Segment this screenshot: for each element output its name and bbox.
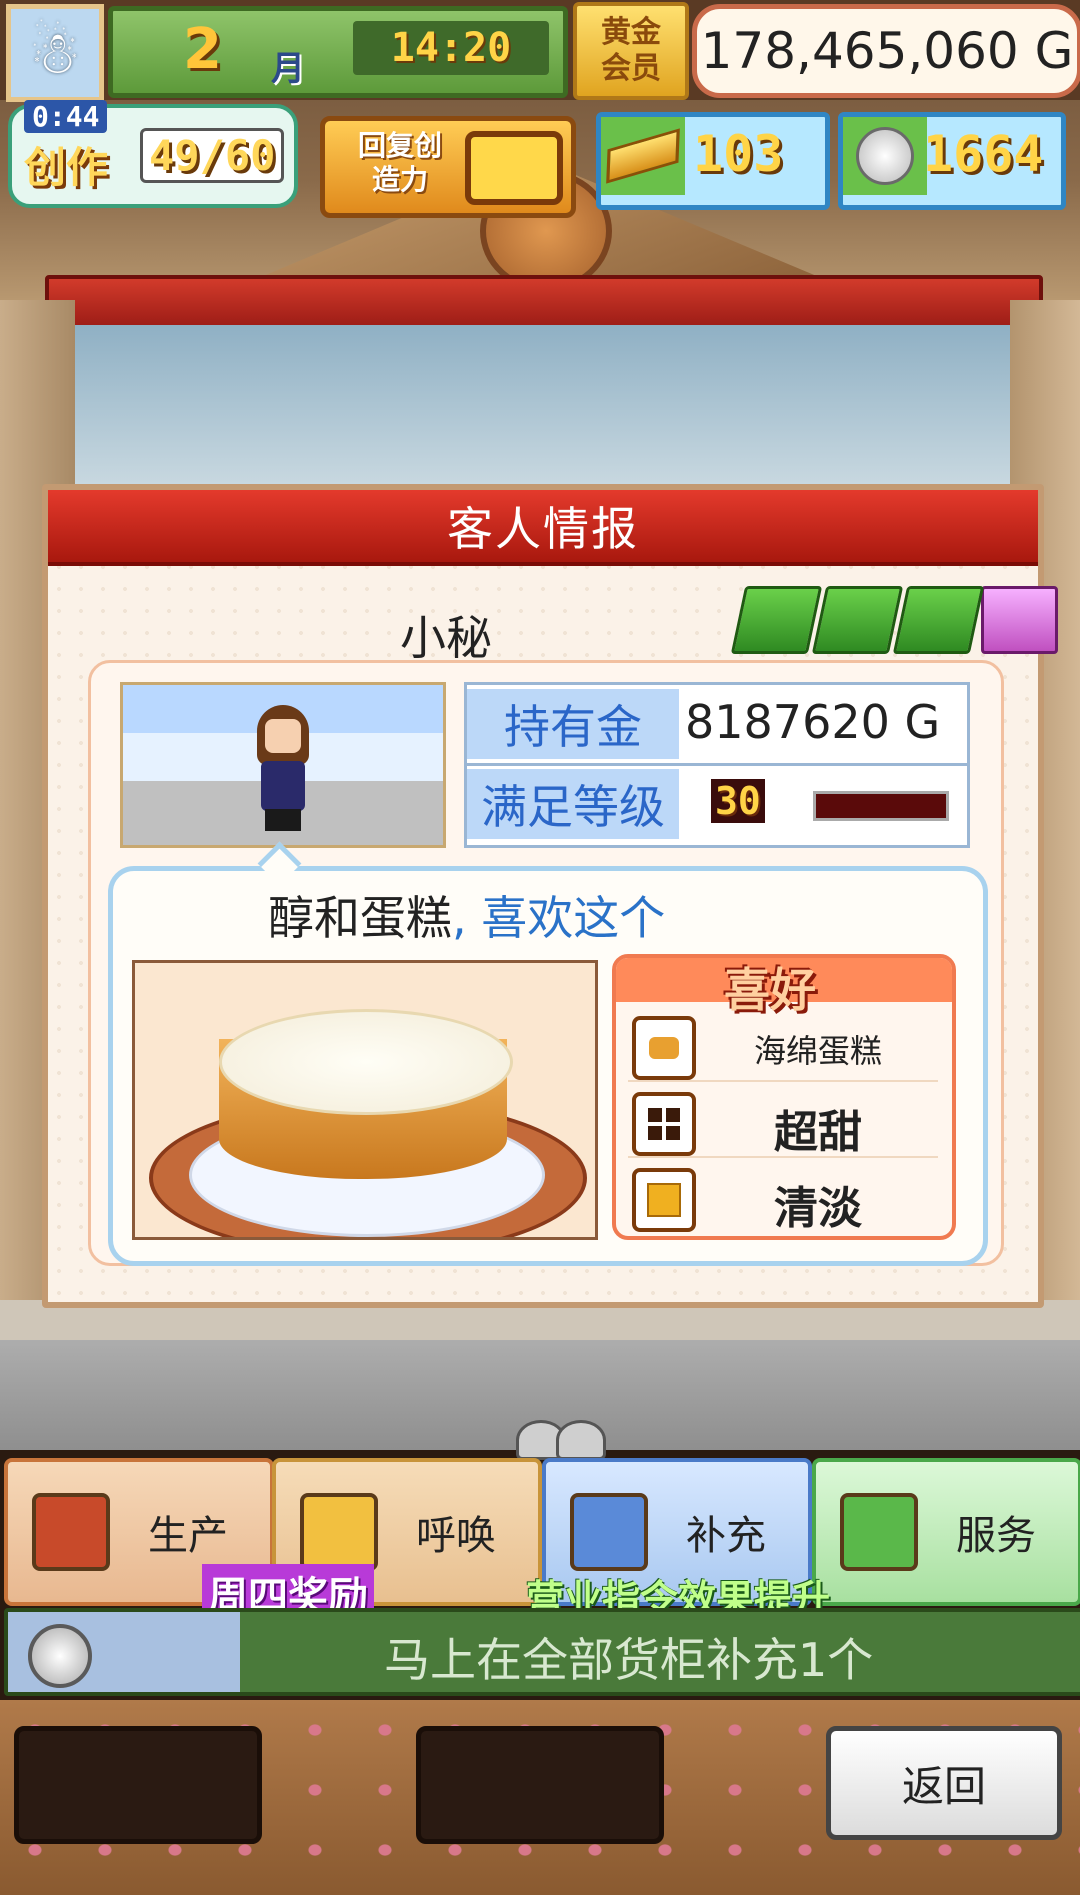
- description-cost: [8, 1612, 240, 1692]
- money-display: 178,465,060 G: [692, 4, 1080, 98]
- held-money-label: 持有金: [467, 689, 679, 759]
- sponge-cake-icon: [632, 1016, 696, 1080]
- date-panel: 2 月 14:20: [108, 6, 568, 98]
- customer-portrait: [120, 682, 446, 848]
- customer-sprite: [251, 705, 315, 831]
- cube-icon: [632, 1168, 696, 1232]
- empty-slot: [416, 1726, 664, 1844]
- medal-count: 1664: [923, 125, 1044, 183]
- cake-top: [219, 1009, 513, 1115]
- shop-awning: [45, 275, 1043, 331]
- megaphone-icon: [300, 1493, 378, 1571]
- creativity-label: 创作: [24, 143, 109, 192]
- medal-counter[interactable]: 1664: [838, 112, 1066, 210]
- tv-icon: [465, 131, 563, 205]
- month-label: 月: [271, 49, 305, 89]
- grid-icon: [632, 1092, 696, 1156]
- message-item: 醇和蛋糕: [268, 891, 452, 945]
- gold-bar-icon: [601, 117, 685, 195]
- bread-icon: [32, 1493, 110, 1571]
- gold-member-badge[interactable]: 黄金会员: [573, 2, 689, 100]
- satisfaction-label: 满足等级: [467, 769, 679, 839]
- cake-slice-icon: [570, 1493, 648, 1571]
- customer-name: 小秘: [400, 611, 492, 665]
- empty-slot: [14, 1726, 262, 1844]
- creativity-count: 49/60: [140, 128, 285, 183]
- medal-icon: [28, 1624, 92, 1688]
- preferences-header: 喜好: [616, 958, 952, 1017]
- restore-creativity-button[interactable]: 回复创造力: [320, 116, 576, 218]
- preference-label: 海绵蛋糕: [753, 1032, 882, 1070]
- preferences-box: 喜好 海绵蛋糕 超甜 清淡: [612, 954, 956, 1240]
- creativity-timer: 0:44: [24, 100, 108, 133]
- gift-icon: [811, 586, 904, 654]
- cake-image: [132, 960, 598, 1240]
- gold-bar-count: 103: [693, 125, 784, 183]
- preference-label: 超甜: [774, 1107, 862, 1158]
- serve-button[interactable]: 服务: [812, 1458, 1080, 1606]
- steam-icon: [556, 1420, 606, 1460]
- call-label: 呼唤: [416, 1513, 496, 1559]
- produce-label: 生产: [148, 1513, 228, 1559]
- preference-item: 超甜: [628, 1084, 938, 1158]
- customer-info-dialog: 客人情报 小秘 持有金 8187620 G 满足等级 30 醇和蛋糕, 喜欢这个: [42, 484, 1058, 1308]
- medal-icon: [843, 117, 927, 195]
- month-number: 2: [183, 17, 222, 82]
- message-like: 喜欢这个: [481, 891, 666, 945]
- satisfaction-row: 满足等级 30: [467, 765, 967, 843]
- gold-bar-counter[interactable]: 103: [596, 112, 830, 210]
- message-separator: ,: [452, 891, 467, 945]
- coffee-cup-icon: [840, 1493, 918, 1571]
- gift-icon: [892, 586, 985, 654]
- customer-stats: 持有金 8187620 G 满足等级 30: [464, 682, 970, 848]
- held-money-value: 8187620 G: [685, 695, 941, 749]
- command-description-bar: 马上在全部货柜补充1个: [4, 1608, 1080, 1696]
- refill-label: 补充: [686, 1513, 766, 1559]
- satisfaction-bar-fill: [816, 794, 946, 818]
- restore-creativity-label: 回复创造力: [357, 129, 442, 196]
- preference-label: 清淡: [774, 1183, 862, 1234]
- gift-rank: [730, 586, 1058, 656]
- gift-icon: [730, 586, 823, 654]
- back-button[interactable]: 返回: [826, 1726, 1062, 1840]
- snowman-icon: ☃: [29, 19, 81, 87]
- customer-message: 醇和蛋糕, 喜欢这个: [268, 882, 665, 948]
- season-avatar[interactable]: ☃: [6, 4, 104, 102]
- clock-time: 14:20: [353, 21, 549, 75]
- dialog-title: 客人情报: [48, 490, 1038, 566]
- serve-label: 服务: [956, 1513, 1036, 1559]
- gift-box-icon: [981, 586, 1058, 654]
- preference-item: 海绵蛋糕: [628, 1008, 938, 1082]
- shop-interior: [70, 325, 1010, 485]
- preference-item: 清淡: [628, 1160, 938, 1234]
- satisfaction-bar: [813, 791, 949, 821]
- money-row: 持有金 8187620 G: [467, 685, 967, 766]
- satisfaction-level: 30: [711, 779, 765, 823]
- command-description: 马上在全部货柜补充1个: [384, 1633, 874, 1687]
